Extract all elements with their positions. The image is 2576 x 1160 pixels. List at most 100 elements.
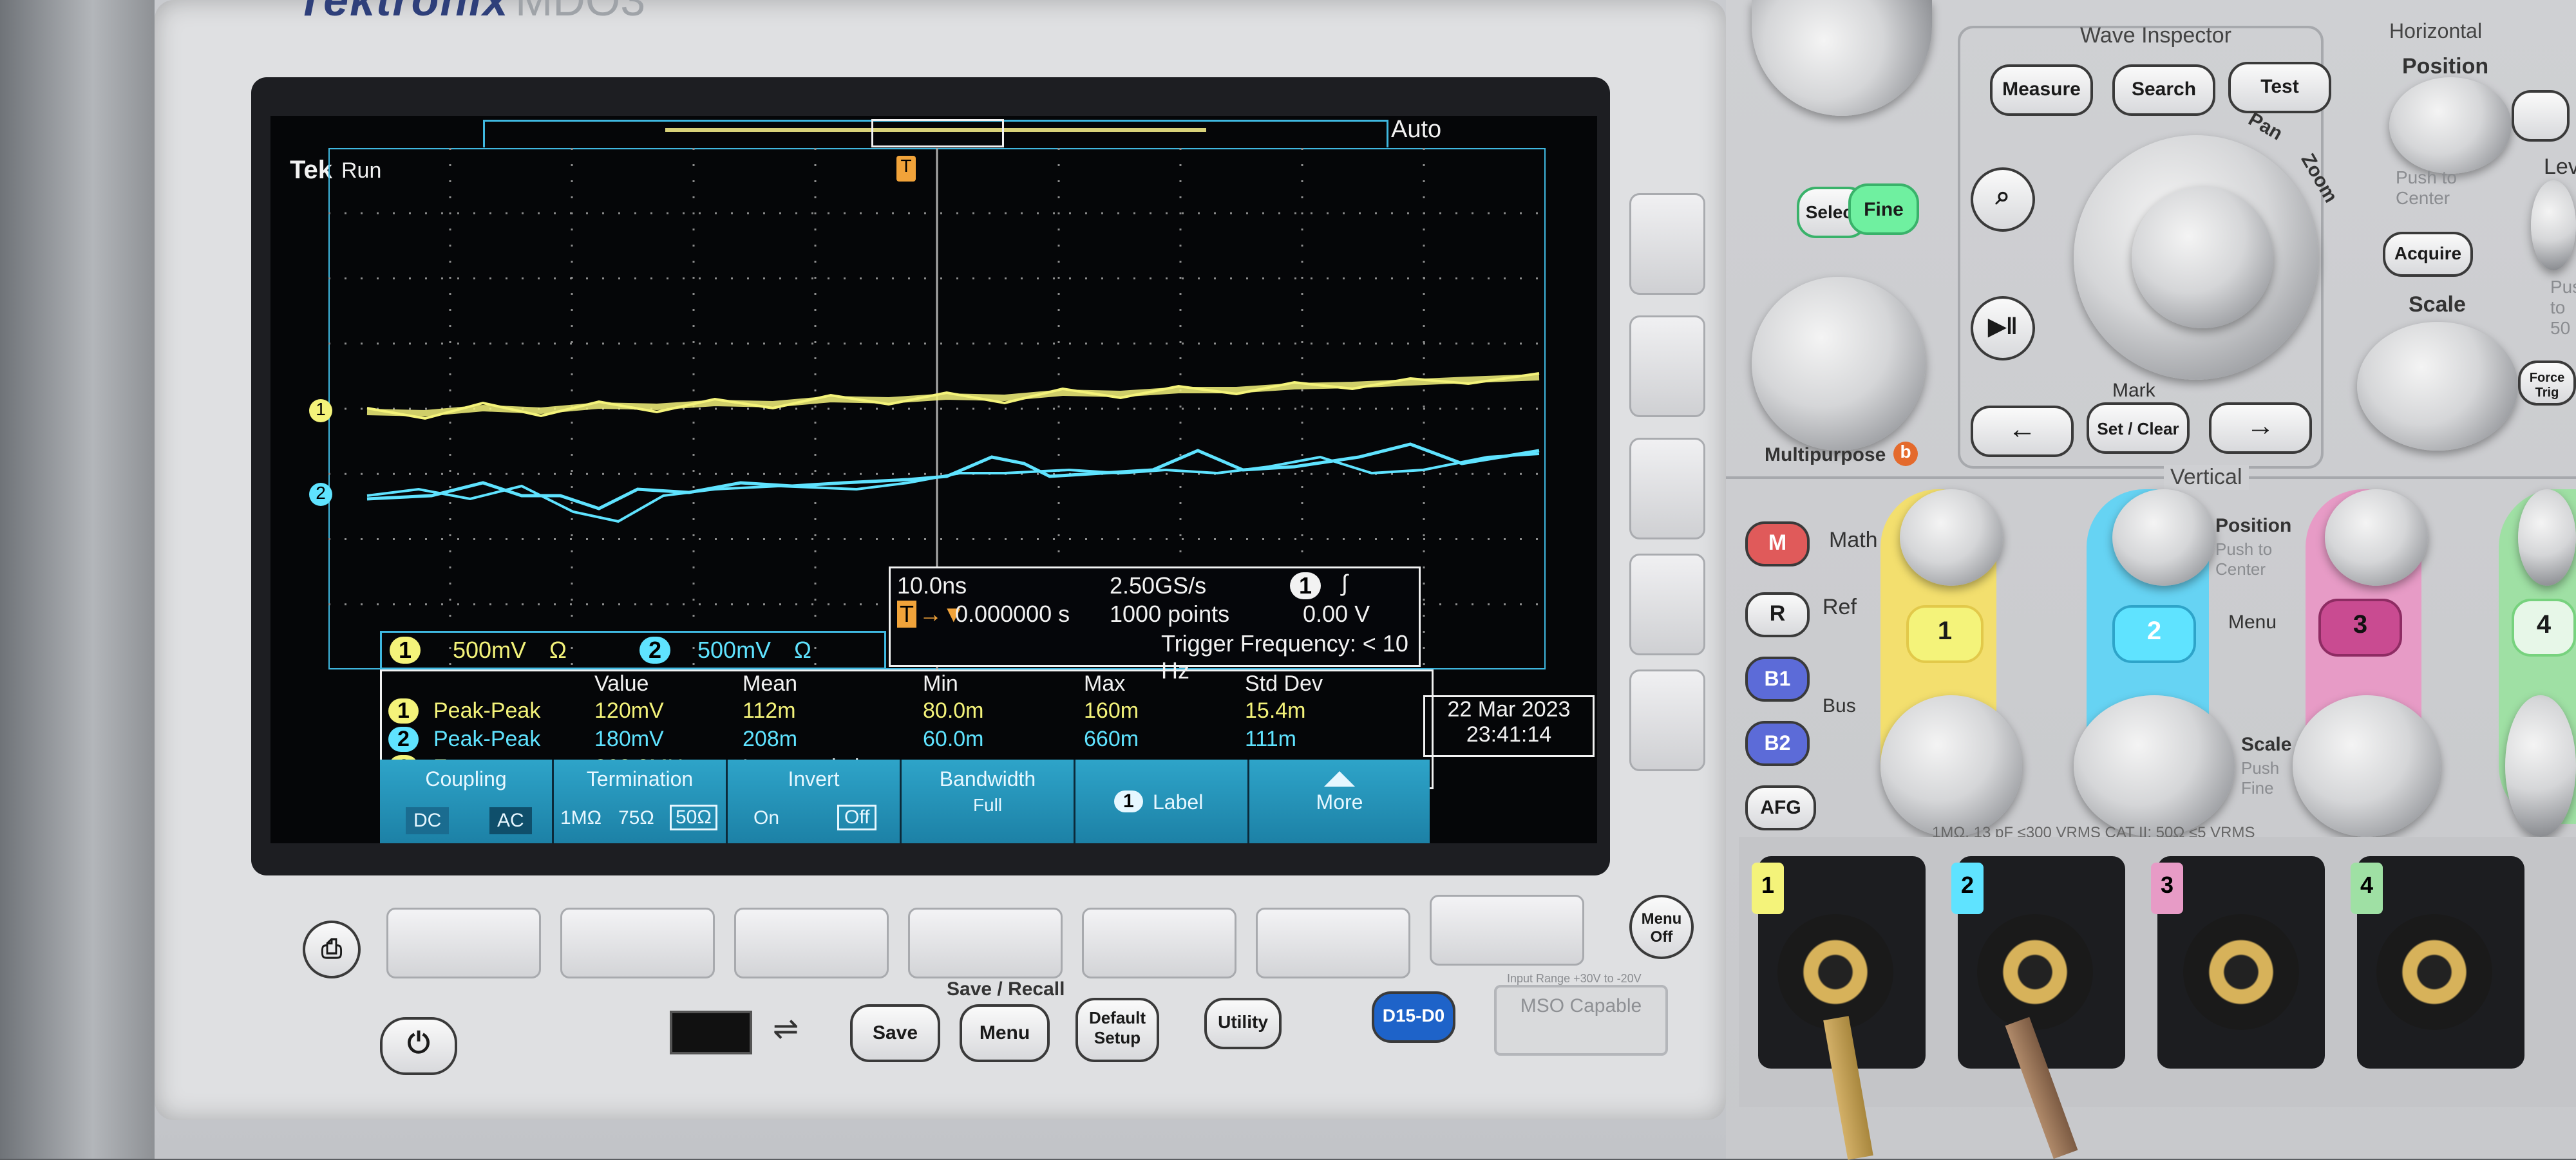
trigger-source-chip: 1 — [1290, 572, 1321, 599]
menu-label[interactable]: 1 Label — [1075, 760, 1249, 843]
trigger-slope-icon: ∫ — [1341, 570, 1348, 596]
search-button[interactable]: Search — [2112, 64, 2215, 116]
ch4-bnc-input[interactable] — [2376, 914, 2492, 1030]
mark-prev-button[interactable]: ← — [1971, 406, 2074, 457]
acquire-button[interactable]: Acquire — [2383, 232, 2473, 277]
utility-button[interactable]: Utility — [1204, 998, 1282, 1049]
bottom-bezel-button-6[interactable] — [1256, 908, 1410, 978]
zoom-inner-knob[interactable] — [2132, 187, 2273, 328]
menu-invert-title: Invert — [788, 767, 840, 790]
channel-scale-readout: 1 500mV Ω 2 500mV Ω — [380, 631, 886, 669]
model-name: MDO3 — [515, 0, 646, 25]
termination-75-option[interactable]: 75Ω — [618, 807, 654, 829]
ch2-impedance: Ω — [794, 637, 811, 663]
ch3-menu-button[interactable]: 3 — [2318, 599, 2402, 657]
usb-icon: ⇌ — [773, 1012, 799, 1046]
bottom-bezel-button-2[interactable] — [560, 908, 715, 978]
bottom-bezel-button-5[interactable] — [1082, 908, 1236, 978]
table-row: 1 Peak-Peak 120mV 112m 80.0m 160m 15.4m — [382, 698, 1432, 724]
vertical-push-center: Push to Center — [2215, 539, 2273, 579]
save-recall-label: Save / Recall — [947, 978, 1065, 1000]
math-label: Math — [1829, 528, 1878, 552]
bottom-bezel-button-4[interactable] — [908, 908, 1063, 978]
side-menu-button-3[interactable] — [1629, 438, 1705, 539]
ch4-position-knob[interactable] — [2518, 489, 2576, 586]
equipment-rack — [0, 0, 155, 1159]
mark-set-clear-button[interactable]: Set / Clear — [2087, 402, 2190, 454]
record-view-bar — [483, 119, 1388, 147]
menu-termination-title: Termination — [586, 767, 694, 790]
save-recall-menu-button[interactable]: Menu — [960, 1004, 1050, 1062]
horizontal-scale-knob[interactable] — [2357, 322, 2518, 451]
ch1-position-knob[interactable] — [1900, 489, 2003, 586]
menu-invert[interactable]: Invert On Off — [728, 760, 902, 843]
menu-termination[interactable]: Termination 1MΩ 75Ω 50Ω — [554, 760, 728, 843]
menu-coupling[interactable]: Coupling DC AC — [380, 760, 554, 843]
bus-b2-button[interactable]: B2 — [1745, 721, 1810, 766]
ch4-menu-button[interactable]: 4 — [2512, 599, 2576, 657]
ch2-input-label: 2 — [1951, 863, 1984, 914]
multipurpose-b-badge: b — [1893, 442, 1918, 466]
measure-button[interactable]: Measure — [1990, 64, 2093, 116]
menu-more[interactable]: More — [1249, 760, 1430, 843]
horizontal-position-knob[interactable] — [2389, 77, 2512, 174]
input-range-label: Input Range +30V to -20V — [1507, 972, 1642, 985]
ch1-scale-knob[interactable] — [1880, 695, 2022, 837]
side-menu-button-1[interactable] — [1629, 193, 1705, 295]
fine-button[interactable]: Fine — [1848, 183, 1919, 235]
multipurpose-b-knob[interactable] — [1752, 277, 1926, 451]
ch2-position-knob[interactable] — [2112, 489, 2215, 586]
termination-50-option[interactable]: 50Ω — [670, 805, 717, 830]
force-trig-button[interactable]: Force Trig — [2518, 360, 2576, 406]
ch1-bnc-input[interactable] — [1777, 914, 1893, 1030]
afg-button[interactable]: AFG — [1745, 785, 1816, 830]
ch3-bnc-input[interactable] — [2183, 914, 2299, 1030]
mark-next-button[interactable]: → — [2209, 402, 2312, 454]
ch3-scale-knob[interactable] — [2293, 695, 2441, 837]
side-menu-button-2[interactable] — [1629, 315, 1705, 417]
coupling-ac-option[interactable]: AC — [489, 807, 532, 834]
default-setup-button[interactable]: Default Setup — [1075, 998, 1159, 1062]
menu-off-button[interactable]: Menu Off — [1629, 895, 1694, 959]
meas-max: 660m — [1084, 727, 1139, 751]
test-button[interactable]: Test — [2228, 62, 2331, 113]
bus-b1-button[interactable]: B1 — [1745, 657, 1810, 702]
trigger-level-knob[interactable] — [2531, 180, 2576, 270]
power-button[interactable]: ⏻ — [380, 1017, 457, 1075]
tek-label: Tek — [290, 156, 332, 184]
printer-button[interactable]: ⎙ — [303, 921, 361, 978]
ch2-bnc-input[interactable] — [1977, 914, 2093, 1030]
zoom-magnifier-button[interactable]: ⌕ — [1971, 167, 2035, 232]
math-button[interactable]: M — [1745, 521, 1810, 566]
magnifier-icon: ⌕ — [1995, 182, 2011, 210]
bottom-bezel-button-1[interactable] — [386, 908, 541, 978]
horizontal-extra-button[interactable] — [2512, 90, 2570, 142]
ch2-scale-knob[interactable] — [2074, 695, 2235, 837]
termination-1m-option[interactable]: 1MΩ — [560, 807, 601, 829]
meas-min: 60.0m — [923, 727, 984, 751]
side-menu-button-4[interactable] — [1629, 554, 1705, 655]
meas-mean: 208m — [743, 727, 798, 751]
meas-value: 180mV — [594, 727, 664, 751]
bottom-bezel-button-7[interactable] — [1430, 895, 1584, 966]
invert-on-option[interactable]: On — [753, 807, 779, 829]
side-menu-button-5[interactable] — [1629, 669, 1705, 771]
save-button[interactable]: Save — [850, 1004, 940, 1062]
vertical-scale-label: Scale — [2241, 734, 2292, 755]
menu-bandwidth[interactable]: Bandwidth Full — [902, 760, 1075, 843]
left-arrow-icon: ← — [2008, 413, 2036, 445]
mso-capable-badge: MSO Capable — [1494, 985, 1668, 1056]
ch2-menu-button[interactable]: 2 — [2112, 605, 2196, 663]
ch2-waveform — [366, 442, 1540, 510]
digital-channels-button[interactable]: D15-D0 — [1372, 991, 1455, 1043]
bottom-bezel-button-3[interactable] — [734, 908, 889, 978]
invert-off-option[interactable]: Off — [837, 805, 877, 830]
ch3-position-knob[interactable] — [2325, 489, 2428, 586]
ch4-input-label: 4 — [2351, 863, 2383, 914]
play-pause-button[interactable]: ▶‖ — [1971, 296, 2035, 360]
ch4-scale-knob[interactable] — [2505, 695, 2576, 837]
coupling-dc-option[interactable]: DC — [406, 807, 450, 834]
ref-button[interactable]: R — [1745, 592, 1810, 637]
ch1-menu-button[interactable]: 1 — [1906, 605, 1984, 663]
usb-port — [670, 1011, 752, 1054]
